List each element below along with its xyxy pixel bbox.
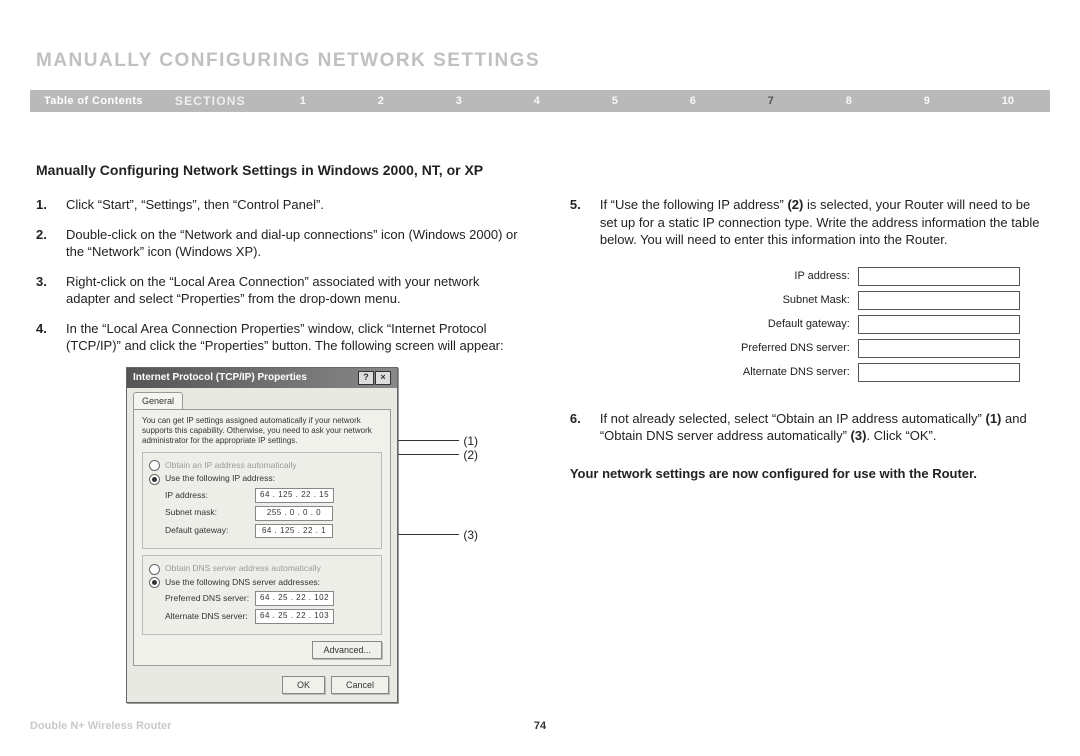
ip-input[interactable]: 64 . 25 . 22 . 103 xyxy=(255,609,334,624)
step-num: 1. xyxy=(36,196,66,214)
worksheet-row: Preferred DNS server: xyxy=(710,339,1044,358)
tcpip-properties-dialog: Internet Protocol (TCP/IP) Properties ? … xyxy=(126,367,398,703)
worksheet-label: Subnet Mask: xyxy=(710,293,858,308)
step-text: If “Use the following IP address” (2) is… xyxy=(600,196,1044,249)
section-link-7[interactable]: 7 xyxy=(768,95,774,107)
manual-page: MANUALLY CONFIGURING NETWORK SETTINGS Ta… xyxy=(0,0,1080,756)
worksheet-row: Alternate DNS server: xyxy=(710,363,1044,382)
ip-input[interactable]: 64 . 25 . 22 . 102 xyxy=(255,591,334,606)
dialog-screenshot: Internet Protocol (TCP/IP) Properties ? … xyxy=(126,367,520,703)
worksheet-field[interactable] xyxy=(858,363,1020,382)
advanced-button[interactable]: Advanced... xyxy=(312,641,382,659)
field-row: Preferred DNS server:64 . 25 . 22 . 102 xyxy=(165,591,375,606)
radio-use-ip-label: Use the following IP address: xyxy=(165,473,275,484)
section-links: 1 2 3 4 5 6 7 8 9 10 xyxy=(264,95,1050,107)
footer: Double N+ Wireless Router 74 xyxy=(30,720,1050,732)
callout-2: (2) xyxy=(463,447,478,463)
dns-fieldset: Obtain DNS server address automatically … xyxy=(142,555,382,635)
footer-product: Double N+ Wireless Router xyxy=(30,720,171,732)
radio-use-dns[interactable] xyxy=(149,577,160,588)
section-link-8[interactable]: 8 xyxy=(846,95,852,107)
ip-input[interactable]: 64 . 125 . 22 . 15 xyxy=(255,488,334,503)
ip-input[interactable]: 64 . 125 . 22 . 1 xyxy=(255,524,333,539)
toc-link[interactable]: Table of Contents xyxy=(30,95,157,107)
step-5: 5. If “Use the following IP address” (2)… xyxy=(570,196,1044,249)
help-icon[interactable]: ? xyxy=(358,371,374,385)
step-2: 2.Double-click on the “Network and dial-… xyxy=(36,226,520,261)
page-number: 74 xyxy=(534,720,546,732)
worksheet-field[interactable] xyxy=(858,291,1020,310)
field-row: Default gateway:64 . 125 . 22 . 1 xyxy=(165,524,375,539)
step-1: 1.Click “Start”, “Settings”, then “Contr… xyxy=(36,196,520,214)
callout-3: (3) xyxy=(463,527,478,543)
radio-auto-ip[interactable] xyxy=(149,460,160,471)
worksheet-label: IP address: xyxy=(710,269,858,284)
section-link-5[interactable]: 5 xyxy=(612,95,618,107)
radio-auto-dns-label: Obtain DNS server address automatically xyxy=(165,563,321,574)
worksheet-label: Default gateway: xyxy=(710,317,858,332)
worksheet-label: Preferred DNS server: xyxy=(710,341,858,356)
step-num: 2. xyxy=(36,226,66,261)
step-4: 4.In the “Local Area Connection Properti… xyxy=(36,320,520,355)
worksheet-row: Default gateway: xyxy=(710,315,1044,334)
step-num: 6. xyxy=(570,410,600,445)
step-text: Click “Start”, “Settings”, then “Control… xyxy=(66,196,520,214)
radio-use-ip[interactable] xyxy=(149,474,160,485)
step-6: 6. If not already selected, select “Obta… xyxy=(570,410,1044,445)
closing-note: Your network settings are now configured… xyxy=(570,465,1044,483)
step-num: 4. xyxy=(36,320,66,355)
step-text: Double-click on the “Network and dial-up… xyxy=(66,226,520,261)
worksheet-field[interactable] xyxy=(858,339,1020,358)
worksheet-label: Alternate DNS server: xyxy=(710,365,858,380)
step-3: 3.Right-click on the “Local Area Connect… xyxy=(36,273,520,308)
radio-use-dns-label: Use the following DNS server addresses: xyxy=(165,577,320,588)
column-right: 5. If “Use the following IP address” (2)… xyxy=(570,196,1044,703)
dialog-title: Internet Protocol (TCP/IP) Properties xyxy=(133,371,307,385)
section-link-6[interactable]: 6 xyxy=(690,95,696,107)
ip-input[interactable]: 255 . 0 . 0 . 0 xyxy=(255,506,333,521)
section-navbar: Table of Contents SECTIONS 1 2 3 4 5 6 7 8 9 10 xyxy=(30,90,1050,112)
subheading: Manually Configuring Network Settings in… xyxy=(36,162,1044,178)
section-link-9[interactable]: 9 xyxy=(924,95,930,107)
close-icon[interactable]: × xyxy=(375,371,391,385)
field-label: IP address: xyxy=(165,490,255,501)
column-left: 1.Click “Start”, “Settings”, then “Contr… xyxy=(36,196,520,703)
body: Manually Configuring Network Settings in… xyxy=(30,162,1050,703)
dialog-desc: You can get IP settings assigned automat… xyxy=(142,416,382,446)
field-row: Subnet mask:255 . 0 . 0 . 0 xyxy=(165,506,375,521)
worksheet-field[interactable] xyxy=(858,315,1020,334)
field-label: Alternate DNS server: xyxy=(165,611,255,622)
sections-label: SECTIONS xyxy=(157,94,264,108)
worksheet-row: IP address: xyxy=(710,267,1044,286)
tab-general[interactable]: General xyxy=(133,392,183,409)
field-label: Default gateway: xyxy=(165,525,255,536)
radio-auto-dns[interactable] xyxy=(149,564,160,575)
ok-button[interactable]: OK xyxy=(282,676,325,694)
page-title: MANUALLY CONFIGURING NETWORK SETTINGS xyxy=(36,50,1050,72)
section-link-10[interactable]: 10 xyxy=(1002,95,1014,107)
cancel-button[interactable]: Cancel xyxy=(331,676,389,694)
ip-fieldset: Obtain an IP address automatically Use t… xyxy=(142,452,382,549)
step-text: In the “Local Area Connection Properties… xyxy=(66,320,520,355)
radio-auto-ip-label: Obtain an IP address automatically xyxy=(165,460,297,471)
field-row: Alternate DNS server:64 . 25 . 22 . 103 xyxy=(165,609,375,624)
columns: 1.Click “Start”, “Settings”, then “Contr… xyxy=(36,196,1044,703)
section-link-2[interactable]: 2 xyxy=(378,95,384,107)
section-link-3[interactable]: 3 xyxy=(456,95,462,107)
step-num: 3. xyxy=(36,273,66,308)
field-label: Subnet mask: xyxy=(165,507,255,518)
address-worksheet: IP address: Subnet Mask: Default gateway: P… xyxy=(710,267,1044,382)
step-text: If not already selected, select “Obtain … xyxy=(600,410,1044,445)
field-row: IP address:64 . 125 . 22 . 15 xyxy=(165,488,375,503)
field-label: Preferred DNS server: xyxy=(165,593,255,604)
step-text: Right-click on the “Local Area Connectio… xyxy=(66,273,520,308)
section-link-4[interactable]: 4 xyxy=(534,95,540,107)
dialog-titlebar: Internet Protocol (TCP/IP) Properties ? … xyxy=(127,368,397,388)
worksheet-field[interactable] xyxy=(858,267,1020,286)
section-link-1[interactable]: 1 xyxy=(300,95,306,107)
step-num: 5. xyxy=(570,196,600,249)
worksheet-row: Subnet Mask: xyxy=(710,291,1044,310)
